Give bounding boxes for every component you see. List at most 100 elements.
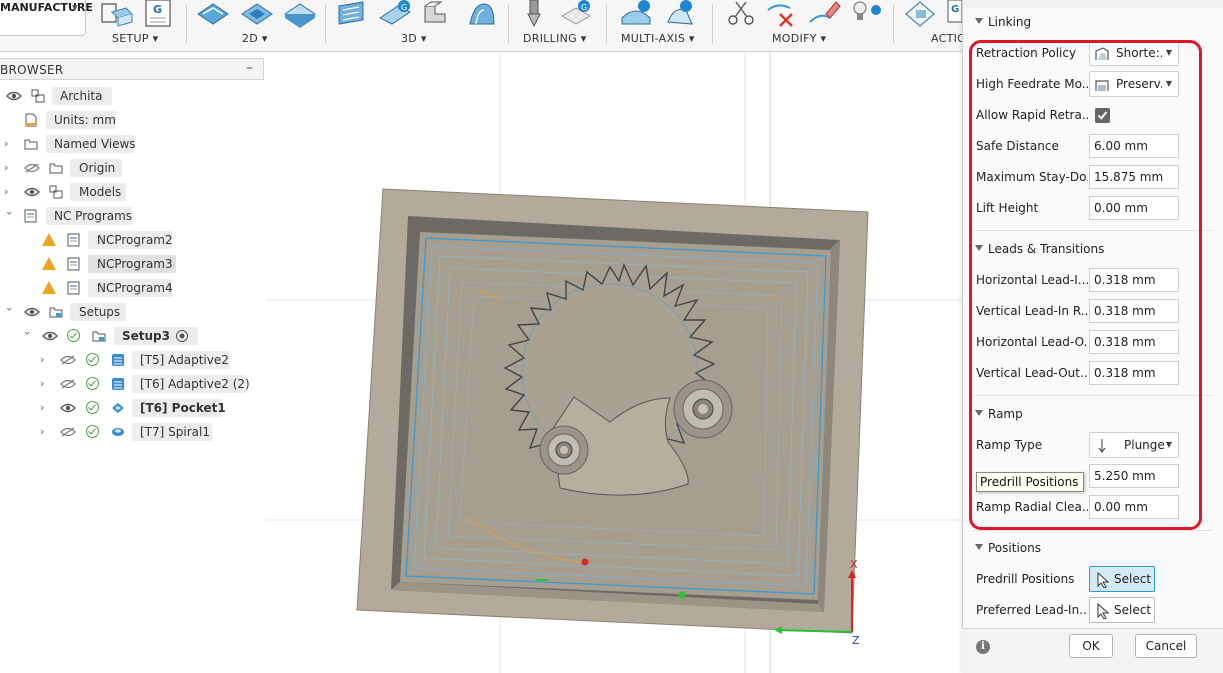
section-divider [973, 530, 1213, 531]
component-icon [49, 185, 63, 199]
tree-item-units[interactable]: Units: mm [0, 110, 264, 130]
tree-item-ncprogram3[interactable]: NCProgram3 [0, 254, 264, 274]
3d-viewport[interactable]: X Z [266, 52, 962, 673]
3d-steep-shallow-icon[interactable] [421, 0, 455, 28]
chevron-right-icon[interactable]: › [40, 398, 50, 418]
info-icon[interactable]: i [976, 640, 990, 654]
h-lead-in-input[interactable]: 0.318 mm [1089, 268, 1179, 292]
browser-title: BROWSER [0, 63, 64, 77]
tree-item-nc-programs[interactable]: › NC Programs [0, 206, 264, 226]
eye-icon[interactable] [24, 187, 40, 197]
ramp-radial-input[interactable]: 0.00 mm [1089, 495, 1179, 519]
tree-item-root[interactable]: Archita [0, 86, 264, 106]
cursor-arrow-icon [1097, 572, 1110, 588]
tree-item-ncprogram2[interactable]: NCProgram2 [0, 230, 264, 250]
section-linking-header[interactable]: Linking [975, 13, 1031, 31]
post-process-icon[interactable]: G [946, 0, 962, 28]
scissors-icon[interactable] [724, 0, 758, 28]
tree-item-ncprogram4[interactable]: NCProgram4 [0, 278, 264, 298]
safe-distance-input[interactable]: 6.00 mm [1089, 134, 1179, 158]
chevron-right-icon[interactable]: › [4, 158, 14, 178]
tree-item-operation[interactable]: › [T5] Adaptive2 [0, 350, 264, 370]
multi-axis-menu[interactable]: MULTI-AXIS ▾ [621, 32, 695, 45]
3d-adaptive-icon[interactable] [335, 0, 369, 28]
eye-hidden-icon[interactable] [60, 379, 76, 389]
eye-icon[interactable] [24, 307, 40, 317]
ramp-type-dropdown[interactable]: Plunge ▼ [1089, 432, 1179, 458]
preferred-select-button[interactable]: Select [1089, 597, 1155, 623]
2d-pocket-icon[interactable] [240, 0, 274, 28]
eye-hidden-icon[interactable] [60, 355, 76, 365]
simulate-icon[interactable] [904, 0, 938, 28]
hole-recognition-icon[interactable]: G [560, 0, 594, 28]
setup-menu[interactable]: SETUP ▾ [112, 32, 158, 45]
eye-hidden-icon[interactable] [24, 163, 40, 173]
predrill-select-button[interactable]: Select [1089, 566, 1155, 592]
ok-button[interactable]: OK [1069, 634, 1113, 658]
actions-menu[interactable]: ACTIO [931, 32, 966, 45]
eye-hidden-icon[interactable] [60, 427, 76, 437]
section-ramp-header[interactable]: Ramp [975, 405, 1023, 423]
tree-item-models[interactable]: › Models [0, 182, 264, 202]
multi-axis-swarf-icon[interactable] [664, 0, 698, 28]
preserve-rapid-icon [1095, 80, 1109, 91]
chevron-right-icon[interactable]: › [40, 422, 50, 442]
activate-radio-icon[interactable] [175, 329, 189, 343]
workspace-switcher[interactable]: MANUFACTURE ▾ [0, 0, 93, 36]
cursor-arrow-icon [1097, 603, 1110, 619]
chevron-right-icon[interactable]: › [4, 182, 14, 202]
ramp-clearance-input[interactable]: 5.250 mm [1089, 464, 1179, 488]
tree-item-setup3[interactable]: › Setup3 [0, 326, 264, 346]
multi-axis-contour-icon[interactable] [620, 0, 654, 28]
collapse-triangle-icon [975, 18, 983, 24]
tooltip: Predrill Positions [976, 472, 1084, 492]
chevron-down-icon[interactable]: › [0, 307, 19, 317]
eye-icon[interactable] [60, 403, 76, 413]
axis-z-label: Z [852, 634, 860, 647]
tree-item-named-views[interactable]: › Named Views [0, 134, 264, 154]
h-lead-out-input[interactable]: 0.318 mm [1089, 330, 1179, 354]
chevron-down-icon[interactable]: › [0, 211, 19, 221]
tree-item-operation[interactable]: › [T7] Spiral1 [0, 422, 264, 442]
3d-scallop-icon[interactable] [464, 0, 498, 28]
tree-item-setups[interactable]: › Setups [0, 302, 264, 322]
section-leads-header[interactable]: Leads & Transitions [975, 240, 1104, 258]
light-bulb-icon[interactable] [850, 0, 884, 28]
2d-adaptive-icon[interactable] [196, 0, 230, 28]
tree-item-origin[interactable]: › Origin [0, 158, 264, 178]
toolbar: MANUFACTURE ▾ G SETUP ▾ 2D ▾ G 3D ▾ G DR… [0, 0, 966, 52]
drilling-menu[interactable]: DRILLING ▾ [523, 32, 587, 45]
drill-icon[interactable] [518, 0, 552, 28]
nc-program-icon[interactable]: G [142, 0, 176, 28]
section-positions-header[interactable]: Positions [975, 539, 1041, 557]
tree-item-label: [T7] Spiral1 [140, 425, 210, 439]
lift-height-input[interactable]: 0.00 mm [1089, 196, 1179, 220]
setup-icon[interactable] [100, 0, 134, 28]
v-lead-out-input[interactable]: 0.318 mm [1089, 361, 1179, 385]
cancel-button[interactable]: Cancel [1135, 634, 1197, 658]
2d-face-icon[interactable] [283, 0, 317, 28]
allow-rapid-label: Allow Rapid Retra... [976, 108, 1088, 122]
edit-toolpath-icon[interactable] [808, 0, 842, 28]
eye-icon[interactable] [42, 331, 58, 341]
chevron-down-icon[interactable]: › [17, 331, 37, 341]
high-feedrate-dropdown[interactable]: Preserv... ▼ [1089, 71, 1179, 97]
tree-item-operation[interactable]: › [T6] Pocket1 [0, 398, 264, 418]
minimize-icon[interactable]: – [246, 60, 253, 76]
modify-menu[interactable]: MODIFY ▾ [772, 32, 826, 45]
v-lead-in-input[interactable]: 0.318 mm [1089, 299, 1179, 323]
retraction-policy-dropdown[interactable]: Shorte:... ▼ [1089, 40, 1179, 66]
chevron-right-icon[interactable]: › [4, 134, 14, 154]
svg-text:G: G [401, 3, 407, 12]
2d-menu[interactable]: 2D ▾ [242, 32, 268, 45]
dropdown-arrow-icon: ▼ [1165, 440, 1172, 449]
max-stay-down-input[interactable]: 15.875 mm [1089, 165, 1179, 189]
3d-menu[interactable]: 3D ▾ [401, 32, 427, 45]
delete-toolpath-icon[interactable] [766, 0, 800, 28]
allow-rapid-checkbox[interactable] [1095, 108, 1110, 123]
tree-item-operation[interactable]: › [T6] Adaptive2 (2) [0, 374, 264, 394]
eye-icon[interactable] [6, 91, 22, 101]
chevron-right-icon[interactable]: › [40, 350, 50, 370]
chevron-right-icon[interactable]: › [40, 374, 50, 394]
3d-pocket-icon[interactable]: G [378, 0, 412, 28]
